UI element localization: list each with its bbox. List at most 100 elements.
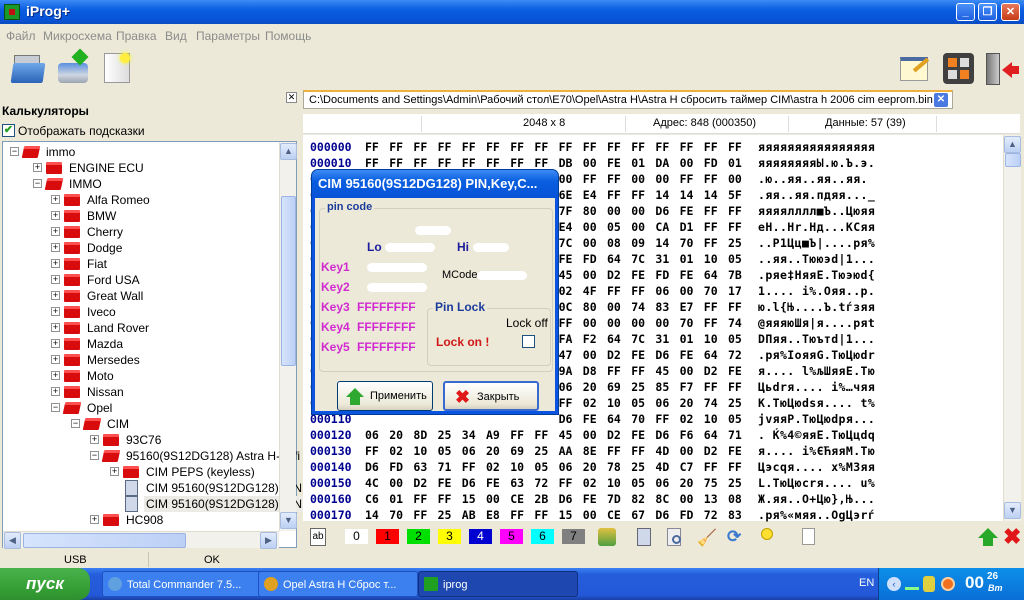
hex-byte[interactable]: 00 (583, 315, 597, 331)
hex-byte[interactable]: 14 (365, 507, 379, 523)
hex-byte[interactable]: A9 (486, 427, 500, 443)
hex-byte[interactable]: 00 (680, 443, 694, 459)
hex-byte[interactable]: 72 (728, 347, 742, 363)
hex-byte[interactable]: FF (559, 139, 573, 155)
hex-byte[interactable]: 64 (607, 331, 621, 347)
hex-byte[interactable]: 69 (607, 379, 621, 395)
hex-byte[interactable]: 06 (462, 443, 476, 459)
hex-byte[interactable]: 4D (655, 443, 669, 459)
expand-icon[interactable]: + (51, 259, 60, 268)
hex-byte[interactable]: FF (462, 459, 476, 475)
collapse-icon[interactable]: − (51, 403, 60, 412)
hex-byte[interactable]: D6 (559, 491, 573, 507)
hex-byte[interactable]: 4F (583, 283, 597, 299)
hex-byte[interactable]: 70 (704, 283, 718, 299)
hex-byte[interactable]: FE (607, 155, 621, 171)
hex-byte[interactable]: FF (680, 171, 694, 187)
close-button[interactable]: ✕ (1001, 3, 1020, 21)
notepad-icon[interactable] (898, 53, 932, 87)
expand-icon[interactable]: + (51, 387, 60, 396)
hex-scroll-down-button[interactable]: ▼ (1004, 502, 1021, 519)
hex-byte[interactable]: 71 (438, 459, 452, 475)
language-indicator[interactable]: EN (859, 577, 874, 589)
hex-byte[interactable]: FE (680, 347, 694, 363)
expand-icon[interactable]: + (51, 227, 60, 236)
hex-byte[interactable]: 14 (655, 235, 669, 251)
hex-byte[interactable]: FF (510, 139, 524, 155)
tree-item[interactable]: + Iveco (3, 304, 277, 320)
hex-byte[interactable]: 05 (631, 475, 645, 491)
hex-byte[interactable]: FF (728, 203, 742, 219)
collapse-icon[interactable]: − (71, 419, 80, 428)
hex-byte[interactable]: FF (680, 139, 694, 155)
hex-byte[interactable]: 83 (728, 507, 742, 523)
hex-byte[interactable]: 25 (728, 235, 742, 251)
expand-icon[interactable]: + (51, 355, 60, 364)
hex-byte[interactable]: D1 (680, 219, 694, 235)
calculator-icon[interactable] (942, 52, 976, 86)
hex-byte[interactable]: FF (704, 219, 718, 235)
hex-byte[interactable]: FF (365, 139, 379, 155)
usb-device-icon[interactable] (923, 576, 935, 592)
hex-byte[interactable]: CE (510, 491, 524, 507)
scroll-up-button[interactable]: ▲ (280, 143, 297, 160)
hex-byte[interactable]: 25 (438, 507, 452, 523)
hex-byte[interactable]: AA (559, 443, 573, 459)
hex-byte[interactable]: 8D (413, 427, 427, 443)
menu-edit[interactable]: Правка (116, 29, 157, 43)
tree-item[interactable]: + Mazda (3, 336, 277, 352)
hex-byte[interactable]: 06 (559, 459, 573, 475)
hex-byte[interactable]: 4D (655, 459, 669, 475)
hex-byte[interactable]: FF (728, 459, 742, 475)
hex-byte[interactable]: 01 (631, 155, 645, 171)
hex-byte[interactable]: FF (583, 171, 597, 187)
hex-byte[interactable]: FF (607, 187, 621, 203)
hex-row[interactable]: 000150 4C 00 D2 FE D6 FE 63 72 FF 02 10 05 06 20 75 25 L.… (303, 475, 1003, 491)
hex-byte[interactable]: FF (704, 235, 718, 251)
color-button-7[interactable]: 7 (562, 529, 585, 544)
hex-byte[interactable]: FF (534, 507, 548, 523)
tray-expand-icon[interactable]: ‹ (887, 577, 901, 591)
hex-byte[interactable]: 13 (704, 491, 718, 507)
hex-byte[interactable]: 06 (655, 475, 669, 491)
hex-byte[interactable]: FF (413, 139, 427, 155)
tree-item[interactable]: − IMMO (3, 176, 277, 192)
hex-byte[interactable]: 6E (559, 187, 573, 203)
hex-byte[interactable]: 00 (680, 491, 694, 507)
hex-byte[interactable]: 10 (704, 251, 718, 267)
hex-byte[interactable]: 02 (680, 411, 694, 427)
hex-byte[interactable]: 47 (559, 347, 573, 363)
hex-byte[interactable]: FE (728, 443, 742, 459)
hex-byte[interactable]: FE (680, 203, 694, 219)
hex-byte[interactable]: 14 (655, 187, 669, 203)
hex-byte[interactable]: 7D (607, 491, 621, 507)
hex-byte[interactable]: FF (631, 363, 645, 379)
hex-byte[interactable]: FF (655, 411, 669, 427)
hex-byte[interactable]: D6 (559, 411, 573, 427)
hex-byte[interactable]: D2 (607, 347, 621, 363)
hex-byte[interactable]: DB (559, 155, 573, 171)
hex-byte[interactable]: E4 (583, 187, 597, 203)
hex-byte[interactable]: 63 (510, 475, 524, 491)
hex-row[interactable]: 000130 FF 02 10 05 06 20 69 25 AA 8E FF FF 4D 00 D2 FE я.… (303, 443, 1003, 459)
hex-byte[interactable]: 05 (728, 331, 742, 347)
hex-byte[interactable]: 05 (728, 411, 742, 427)
close-tab-icon[interactable]: ✕ (934, 93, 948, 107)
hex-byte[interactable]: 9A (559, 363, 573, 379)
expand-icon[interactable]: + (33, 163, 42, 172)
hex-byte[interactable]: 00 (655, 315, 669, 331)
hex-byte[interactable]: FF (631, 139, 645, 155)
color-button-0[interactable]: 0 (345, 529, 368, 544)
file-tab[interactable]: C:\Documents and Settings\Admin\Рабочий … (303, 90, 953, 109)
hex-byte[interactable]: FF (559, 395, 573, 411)
hex-byte[interactable]: D6 (365, 459, 379, 475)
hex-byte[interactable]: 7C (559, 235, 573, 251)
hex-byte[interactable]: 00 (389, 475, 403, 491)
minimize-button[interactable]: _ (956, 3, 975, 21)
tree-item[interactable]: + Ford USA (3, 272, 277, 288)
search-icon[interactable] (667, 528, 681, 546)
scroll-thumb[interactable] (281, 196, 296, 366)
hex-byte[interactable]: AB (462, 507, 476, 523)
hex-byte[interactable]: 02 (583, 395, 597, 411)
hex-byte[interactable]: 02 (559, 283, 573, 299)
